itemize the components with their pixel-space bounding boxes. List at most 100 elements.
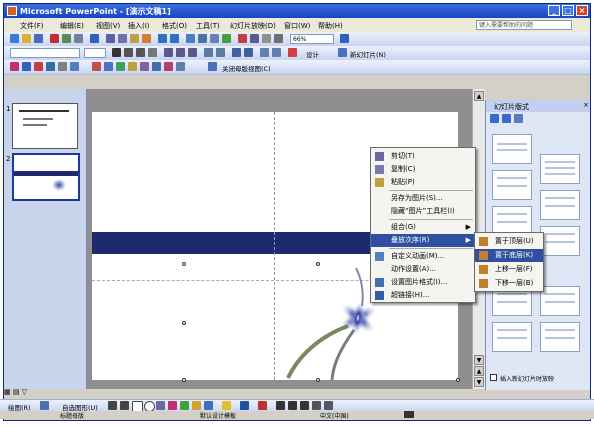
- font-color-icon[interactable]: [288, 48, 297, 57]
- bullets-icon[interactable]: [216, 48, 225, 57]
- master-view-icon[interactable]: [208, 62, 217, 71]
- new-slide-icon[interactable]: [338, 48, 347, 57]
- resize-handle[interactable]: [456, 378, 460, 382]
- open-icon[interactable]: [22, 34, 31, 43]
- wordart-icon[interactable]: [168, 401, 177, 410]
- menu-item-copy[interactable]: 复制(C): [371, 163, 475, 176]
- design-button[interactable]: 设计: [306, 49, 319, 59]
- menu-item-bring-to-front[interactable]: 置于顶层(U): [475, 235, 543, 248]
- layout-option[interactable]: [540, 190, 580, 220]
- checkbox[interactable]: [490, 374, 497, 381]
- color-grayscale-icon[interactable]: [274, 34, 283, 43]
- fill-color-icon[interactable]: [222, 401, 231, 410]
- menu-help[interactable]: 帮助(H): [318, 21, 343, 31]
- align-right-icon[interactable]: [188, 48, 197, 57]
- tables-borders-icon[interactable]: [210, 34, 219, 43]
- menu-file[interactable]: 文件(F): [20, 21, 44, 31]
- draw-icon-c[interactable]: [116, 62, 125, 71]
- insert-diagram-icon[interactable]: [222, 34, 231, 43]
- font-name-select[interactable]: [10, 48, 80, 58]
- font-size-select[interactable]: [84, 48, 106, 58]
- paste-icon[interactable]: [130, 34, 139, 43]
- italic-icon[interactable]: [124, 48, 133, 57]
- preserve-master-icon[interactable]: [46, 62, 55, 71]
- slide-thumbnail-selected[interactable]: [12, 153, 80, 201]
- home-icon[interactable]: [514, 114, 523, 123]
- menu-edit[interactable]: 编辑(E): [60, 21, 84, 31]
- menu-item-action-settings[interactable]: 动作设置(A)...: [371, 263, 475, 276]
- layout-option[interactable]: [540, 322, 580, 352]
- format-painter-icon[interactable]: [142, 34, 151, 43]
- decrease-indent-icon[interactable]: [260, 48, 269, 57]
- shadow-style-icon[interactable]: [312, 401, 321, 410]
- font-color-icon[interactable]: [258, 401, 267, 410]
- select-objects-icon[interactable]: [40, 401, 49, 410]
- resize-handle[interactable]: [316, 378, 320, 382]
- forward-icon[interactable]: [502, 114, 511, 123]
- underline-icon[interactable]: [136, 48, 145, 57]
- show-formatting-icon[interactable]: [250, 34, 259, 43]
- save-icon[interactable]: [34, 34, 43, 43]
- redo-icon[interactable]: [170, 34, 179, 43]
- rename-master-icon[interactable]: [58, 62, 67, 71]
- minimize-button[interactable]: _: [548, 5, 560, 16]
- draw-icon-d[interactable]: [128, 62, 137, 71]
- prev-slide-icon[interactable]: ▲: [474, 366, 484, 376]
- draw-icon-f[interactable]: [152, 62, 161, 71]
- close-pane-icon[interactable]: ×: [583, 101, 589, 109]
- menu-item-group[interactable]: 组合(G) ▶: [371, 221, 475, 234]
- maximize-button[interactable]: □: [562, 5, 574, 16]
- resize-handle[interactable]: [182, 321, 186, 325]
- menu-item-save-as-picture[interactable]: 另存为图片(S)...: [371, 192, 475, 205]
- menu-item-format-picture[interactable]: 设置图片格式(I)...: [371, 276, 475, 289]
- print-icon[interactable]: [62, 34, 71, 43]
- diagram-icon[interactable]: [180, 401, 189, 410]
- menu-item-send-to-back[interactable]: 置于底层(K): [475, 249, 543, 262]
- draw-icon-h[interactable]: [176, 62, 185, 71]
- increase-font-icon[interactable]: [232, 48, 241, 57]
- delete-master-icon[interactable]: [34, 62, 43, 71]
- menu-insert[interactable]: 插入(I): [128, 21, 150, 31]
- clipart-icon[interactable]: [192, 401, 201, 410]
- undo-icon[interactable]: [158, 34, 167, 43]
- align-left-icon[interactable]: [164, 48, 173, 57]
- increase-indent-icon[interactable]: [272, 48, 281, 57]
- draw-icon-g[interactable]: [164, 62, 173, 71]
- slide-thumbnail[interactable]: [12, 103, 78, 149]
- 3d-style-icon[interactable]: [324, 401, 333, 410]
- layout-option[interactable]: [540, 154, 580, 184]
- menu-tools[interactable]: 工具(T): [196, 21, 220, 31]
- bold-icon[interactable]: [112, 48, 121, 57]
- menu-item-custom-animation[interactable]: 自定义动画(M)...: [371, 250, 475, 263]
- resize-handle[interactable]: [182, 262, 186, 266]
- menu-item-hyperlink[interactable]: 超链接(H)...: [371, 289, 475, 302]
- scroll-down-icon[interactable]: ▼: [474, 355, 484, 365]
- line-color-icon[interactable]: [240, 401, 249, 410]
- menu-item-hide-picture-toolbar[interactable]: 隐藏“图片”工具栏(I): [371, 205, 475, 218]
- textbox-icon[interactable]: [156, 401, 165, 410]
- help-search-input[interactable]: 键入需要帮助的问题: [476, 20, 572, 30]
- new-slide-button[interactable]: 新幻灯片(N): [350, 49, 386, 59]
- slideshow-view-icon[interactable]: ▽: [22, 388, 27, 396]
- layout-option[interactable]: [540, 286, 580, 316]
- menu-item-cut[interactable]: 剪切(T): [371, 150, 475, 163]
- insert-master-icon[interactable]: [10, 62, 19, 71]
- sorter-view-icon[interactable]: ▤: [13, 388, 20, 396]
- arrow-style-icon[interactable]: [300, 401, 309, 410]
- align-center-icon[interactable]: [176, 48, 185, 57]
- copy-icon[interactable]: [118, 34, 127, 43]
- expand-all-icon[interactable]: [238, 34, 247, 43]
- menu-window[interactable]: 窗口(W): [284, 21, 310, 31]
- picture-icon[interactable]: [204, 401, 213, 410]
- spelling-icon[interactable]: [90, 34, 99, 43]
- grid-icon[interactable]: [262, 34, 271, 43]
- layout-option[interactable]: [492, 322, 532, 352]
- normal-view-icon[interactable]: ▦: [4, 388, 11, 396]
- line-icon[interactable]: [108, 401, 117, 410]
- shadow-icon[interactable]: [148, 48, 157, 57]
- permission-icon[interactable]: [50, 34, 59, 43]
- layout-option[interactable]: [492, 134, 532, 164]
- resize-handle[interactable]: [182, 378, 186, 382]
- back-icon[interactable]: [490, 114, 499, 123]
- draw-icon-a[interactable]: [92, 62, 101, 71]
